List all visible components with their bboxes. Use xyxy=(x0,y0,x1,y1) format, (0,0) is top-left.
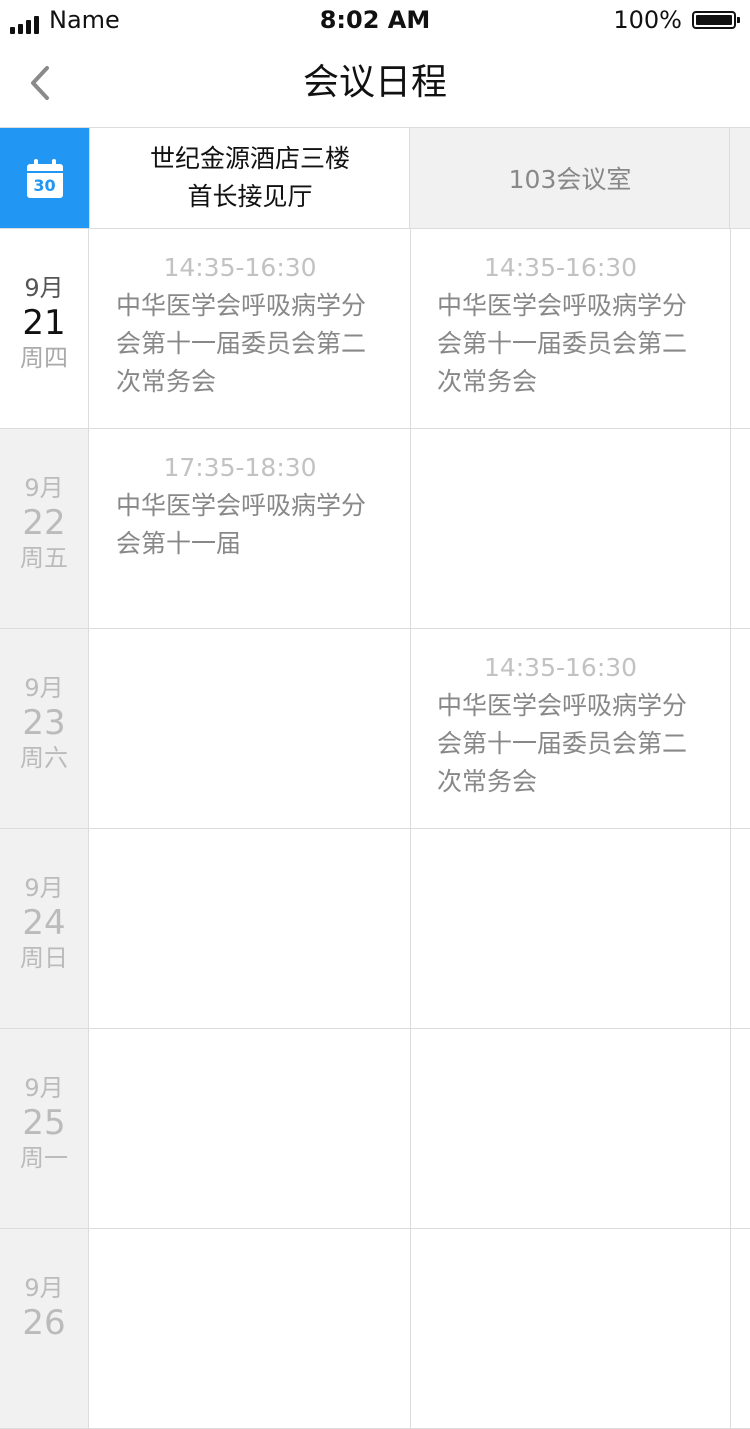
date-cell[interactable]: 9月 22 周五 xyxy=(0,429,89,628)
date-month: 9月 xyxy=(24,674,64,702)
schedule-slot-partial xyxy=(730,429,750,628)
schedule-slot xyxy=(410,1229,730,1428)
date-day: 25 xyxy=(22,1103,66,1143)
event-time: 14:35-16:30 xyxy=(163,253,317,282)
date-month: 9月 xyxy=(24,1074,64,1102)
schedule-slot-partial xyxy=(730,1029,750,1228)
calendar-icon: 30 xyxy=(26,158,63,198)
date-cell[interactable]: 9月 24 周日 xyxy=(0,829,89,1028)
schedule-slot xyxy=(90,829,410,1028)
schedule-slot[interactable]: 14:35-16:30 中华医学会呼吸病学分会第十一届委员会第二次常务会 xyxy=(410,229,730,428)
room-tab-1-line1: 世纪金源酒店三楼 xyxy=(149,144,350,173)
date-day: 22 xyxy=(22,503,66,543)
status-right: 100% xyxy=(613,6,740,34)
battery-icon xyxy=(692,11,740,29)
schedule-slot-partial xyxy=(730,629,750,828)
date-month: 9月 xyxy=(24,1274,64,1302)
battery-fill xyxy=(696,15,732,25)
schedule-slot xyxy=(410,829,730,1028)
schedule-slot xyxy=(410,1029,730,1228)
day-row: 9月 21 周四 14:35-16:30 中华医学会呼吸病学分会第十一届委员会第二次常务… xyxy=(0,229,750,429)
date-month: 9月 xyxy=(24,874,64,902)
page-title: 会议日程 xyxy=(302,62,447,103)
event-title: 中华医学会呼吸病学分会第十一届委员会第二次常务会 xyxy=(437,691,688,796)
schedule-slot[interactable]: 14:35-16:30 中华医学会呼吸病学分会第十一届委员会第二次常务会 xyxy=(410,629,730,828)
schedule-slot xyxy=(90,629,410,828)
day-row: 9月 24 周日 xyxy=(0,829,750,1029)
date-month: 9月 xyxy=(24,274,64,302)
schedule-slot xyxy=(90,1029,410,1228)
date-day: 24 xyxy=(22,903,66,943)
status-bar: Name 8:02 AM 100% xyxy=(0,0,750,40)
day-row: 9月 26 xyxy=(0,1229,750,1429)
date-cell[interactable]: 9月 25 周一 xyxy=(0,1029,89,1228)
room-tab-3-partial[interactable] xyxy=(729,128,750,228)
date-cell[interactable]: 9月 26 xyxy=(0,1229,89,1428)
date-month: 9月 xyxy=(24,474,64,502)
event-title: 中华医学会呼吸病学分会第十一届委员会第二次常务会 xyxy=(437,291,688,396)
date-day: 23 xyxy=(22,703,66,743)
room-header-row: 30 世纪金源酒店三楼 首长接见厅 103会议室 xyxy=(0,128,750,229)
event-time: 17:35-18:30 xyxy=(163,453,317,482)
room-tab-2-label: 103会议室 xyxy=(508,165,632,194)
date-cell[interactable]: 9月 23 周六 xyxy=(0,629,89,828)
date-weekday: 周日 xyxy=(20,944,68,972)
day-row: 9月 22 周五 17:35-18:30 中华医学会呼吸病学分会第十一届 xyxy=(0,429,750,629)
day-row: 9月 25 周一 xyxy=(0,1029,750,1229)
schedule-slot-partial xyxy=(730,829,750,1028)
schedule-slot xyxy=(410,429,730,628)
battery-percent: 100% xyxy=(613,6,682,34)
calendar-icon-day: 30 xyxy=(26,173,63,198)
date-weekday: 周五 xyxy=(20,544,68,572)
date-day: 21 xyxy=(22,303,66,343)
date-cell[interactable]: 9月 21 周四 xyxy=(0,229,89,428)
schedule-slot[interactable]: 14:35-16:30 中华医学会呼吸病学分会第十一届委员会第二次常务会 xyxy=(90,229,410,428)
event-time: 14:35-16:30 xyxy=(483,653,638,682)
date-weekday: 周一 xyxy=(20,1144,68,1172)
date-day: 26 xyxy=(22,1303,66,1343)
room-tab-2[interactable]: 103会议室 xyxy=(409,128,730,228)
date-weekday: 周四 xyxy=(20,344,68,372)
schedule-slot-partial xyxy=(730,1229,750,1428)
event-time: 14:35-16:30 xyxy=(483,253,638,282)
room-tab-1[interactable]: 世纪金源酒店三楼 首长接见厅 xyxy=(89,128,410,228)
day-row: 9月 23 周六 14:35-16:30 中华医学会呼吸病学分会第十一届委员会第二次常务… xyxy=(0,629,750,829)
schedule-slot xyxy=(90,1229,410,1428)
nav-bar: 会议日程 xyxy=(0,40,750,128)
date-weekday: 周六 xyxy=(20,744,68,772)
room-tab-1-line2: 首长接见厅 xyxy=(187,182,313,211)
calendar-button[interactable]: 30 xyxy=(0,128,89,228)
schedule-slot-partial xyxy=(730,229,750,428)
event-title: 中华医学会呼吸病学分会第十一届委员会第二次常务会 xyxy=(116,291,367,396)
schedule-slot[interactable]: 17:35-18:30 中华医学会呼吸病学分会第十一届 xyxy=(90,429,410,628)
event-title: 中华医学会呼吸病学分会第十一届 xyxy=(116,491,367,558)
